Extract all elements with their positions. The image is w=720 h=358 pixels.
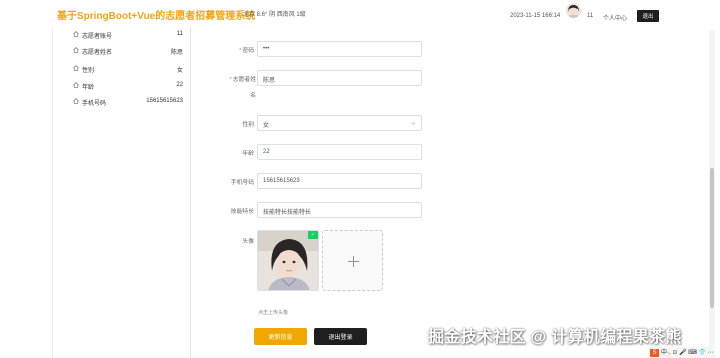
avatar-upload-button[interactable]: [322, 230, 383, 291]
home-icon: [73, 82, 79, 88]
info-row-phone: 手机号码 15615615623: [73, 97, 185, 109]
info-label: 志愿者账号: [82, 34, 113, 40]
info-value: 11: [176, 31, 183, 37]
system-tray: S 中·, ⊙ 🎤 ⌨ 👕 ⋯: [649, 347, 714, 358]
skills-field[interactable]: 技能特长技能特长: [257, 202, 422, 218]
info-row-age: 年龄 22: [73, 81, 185, 93]
age-label: 年龄: [242, 151, 254, 157]
home-icon: [73, 31, 79, 37]
info-row-name: 志愿者姓名 陈思: [73, 46, 185, 58]
current-datetime: 2023-11-15 166:14: [510, 13, 561, 19]
username: 11: [587, 13, 594, 19]
scrollbar-thumb[interactable]: [710, 168, 714, 308]
info-label: 性别: [82, 68, 95, 74]
password-field[interactable]: •••: [257, 41, 422, 57]
info-value: 女: [176, 68, 183, 74]
check-icon: ✓: [308, 231, 318, 239]
info-row-gender: 性别 女: [73, 64, 185, 76]
tray-status-text: 中·, ⊙ 🎤 ⌨ 👕 ⋯: [661, 350, 714, 356]
phone-field[interactable]: 15615615623: [257, 173, 422, 189]
info-value: 22: [176, 82, 183, 88]
weather-info: 北京 8.6° 阴 西南风 1级: [243, 12, 306, 18]
gender-select-value: 女: [263, 123, 270, 129]
gender-select[interactable]: 女: [257, 115, 422, 131]
info-value: 陈思: [170, 50, 183, 56]
phone-label: 手机号码: [230, 180, 254, 186]
input-method-icon[interactable]: S: [650, 349, 659, 357]
age-field[interactable]: 22: [257, 144, 422, 160]
avatar-label: 头像: [242, 239, 254, 245]
info-value: 15615615623: [146, 98, 183, 104]
plus-icon: [348, 256, 359, 267]
home-icon: [73, 98, 79, 104]
profile-info-panel: 志愿者账号 11 志愿者姓名 陈思 性别 女 年龄 22 手机号码 156156…: [52, 27, 191, 358]
app-title: 基于SpringBoot+Vue的志愿者招募管理系统: [57, 11, 256, 22]
name-label-wrap: 名: [250, 93, 256, 99]
user-center-link[interactable]: 个人中心: [603, 13, 627, 22]
skills-label: 技能特长: [230, 209, 254, 215]
avatar-image: [566, 3, 581, 18]
update-info-button[interactable]: 更新信息: [254, 328, 307, 345]
watermark-text: 掘金技术社区 @ 计算机编程果茶熊: [428, 329, 682, 346]
gender-label: 性别: [242, 122, 254, 128]
info-label: 年龄: [82, 85, 95, 91]
avatar-preview[interactable]: ✓: [257, 230, 319, 291]
logout-button[interactable]: 退出登录: [314, 328, 367, 345]
name-label: *志愿者姓: [229, 77, 256, 83]
info-label: 手机号码: [82, 101, 107, 107]
home-icon: [73, 65, 79, 71]
chevron-down-icon: [411, 122, 416, 125]
upload-tip: 点击上传头像: [258, 310, 289, 316]
header-logout-button[interactable]: 退出: [637, 10, 659, 22]
home-icon: [73, 47, 79, 53]
volunteer-name-field[interactable]: 陈思: [257, 70, 422, 86]
top-header: 基于SpringBoot+Vue的志愿者招募管理系统 北京 8.6° 阴 西南风…: [0, 0, 720, 30]
avatar[interactable]: [566, 3, 581, 18]
password-label: *密码: [239, 48, 254, 54]
avatar-photo: [258, 231, 318, 290]
info-label: 志愿者姓名: [82, 50, 113, 56]
info-row-account: 志愿者账号 11: [73, 30, 185, 42]
